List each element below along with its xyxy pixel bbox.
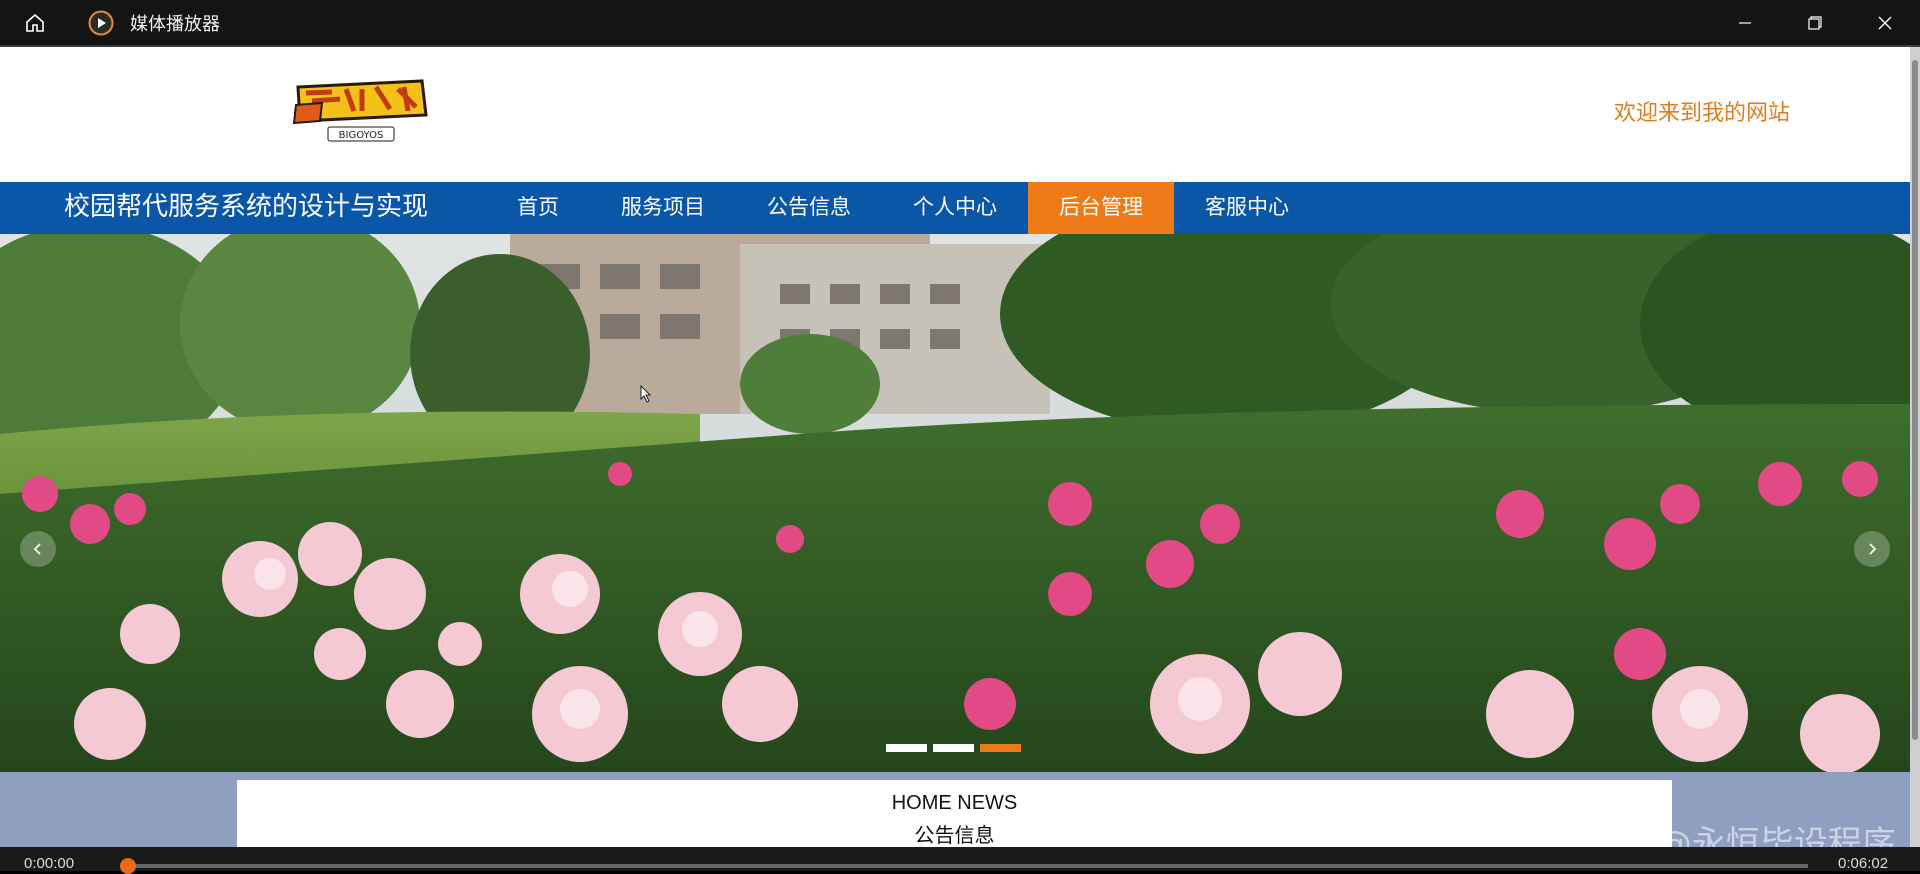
web-page: BIGOYOS 欢迎来到我的网站 校园帮代服务系统的设计与实现 首页 服务项目 … [0, 47, 1910, 847]
chevron-left-icon [33, 543, 41, 555]
banner-image [0, 234, 1910, 772]
nav-item-customer-service[interactable]: 客服中心 [1174, 182, 1320, 234]
window-titlebar: 媒体播放器 [0, 0, 1920, 45]
player-controls: 0:00:00 0:06:02 [0, 847, 1920, 874]
welcome-text: 欢迎来到我的网站 [1614, 101, 1791, 126]
carousel-next-button[interactable] [1854, 531, 1890, 567]
nav-menu: 首页 服务项目 公告信息 个人中心 后台管理 客服中心 [486, 182, 1320, 234]
banner-carousel[interactable] [0, 234, 1910, 772]
maximize-button[interactable] [1780, 0, 1850, 45]
minimize-button[interactable] [1710, 0, 1780, 45]
site-title: 校园帮代服务系统的设计与实现 [64, 192, 429, 222]
close-button[interactable] [1850, 0, 1920, 45]
nav-item-services[interactable]: 服务项目 [590, 182, 736, 234]
minimize-icon [1739, 21, 1751, 24]
home-icon [26, 13, 44, 32]
site-header: BIGOYOS 欢迎来到我的网站 [0, 47, 1910, 182]
site-logo[interactable]: BIGOYOS [292, 77, 430, 145]
news-heading-en: HOME NEWS [891, 792, 1018, 814]
home-button[interactable] [0, 0, 70, 45]
restore-icon [1808, 15, 1822, 30]
news-heading-cn: 公告信息 [914, 823, 995, 847]
mouse-cursor-icon [640, 385, 652, 403]
nav-item-announcements[interactable]: 公告信息 [736, 182, 882, 234]
play-circle-icon [88, 10, 114, 36]
carousel-prev-button[interactable] [20, 531, 56, 567]
carousel-dot-1[interactable] [886, 744, 927, 752]
carousel-indicators [886, 744, 1021, 752]
close-icon [1878, 16, 1892, 29]
current-time: 0:00:00 [24, 855, 75, 872]
carousel-dot-3[interactable] [980, 744, 1021, 752]
logo-text: BIGOYOS [339, 130, 384, 141]
page-scrollbar-thumb[interactable] [1912, 60, 1918, 740]
main-navbar: 校园帮代服务系统的设计与实现 首页 服务项目 公告信息 个人中心 后台管理 客服… [0, 182, 1910, 234]
seek-thumb[interactable] [120, 858, 136, 874]
window-controls [1710, 0, 1920, 45]
news-box: HOME NEWS 公告信息 [237, 780, 1672, 847]
nav-item-home[interactable]: 首页 [486, 182, 590, 234]
total-time: 0:06:02 [1838, 855, 1889, 872]
chevron-right-icon [1869, 543, 1877, 555]
nav-item-admin[interactable]: 后台管理 [1028, 182, 1174, 234]
window-title: 媒体播放器 [130, 13, 220, 35]
seek-bar[interactable] [128, 864, 1808, 868]
carousel-dot-2[interactable] [933, 744, 974, 752]
nav-item-profile[interactable]: 个人中心 [882, 182, 1028, 234]
